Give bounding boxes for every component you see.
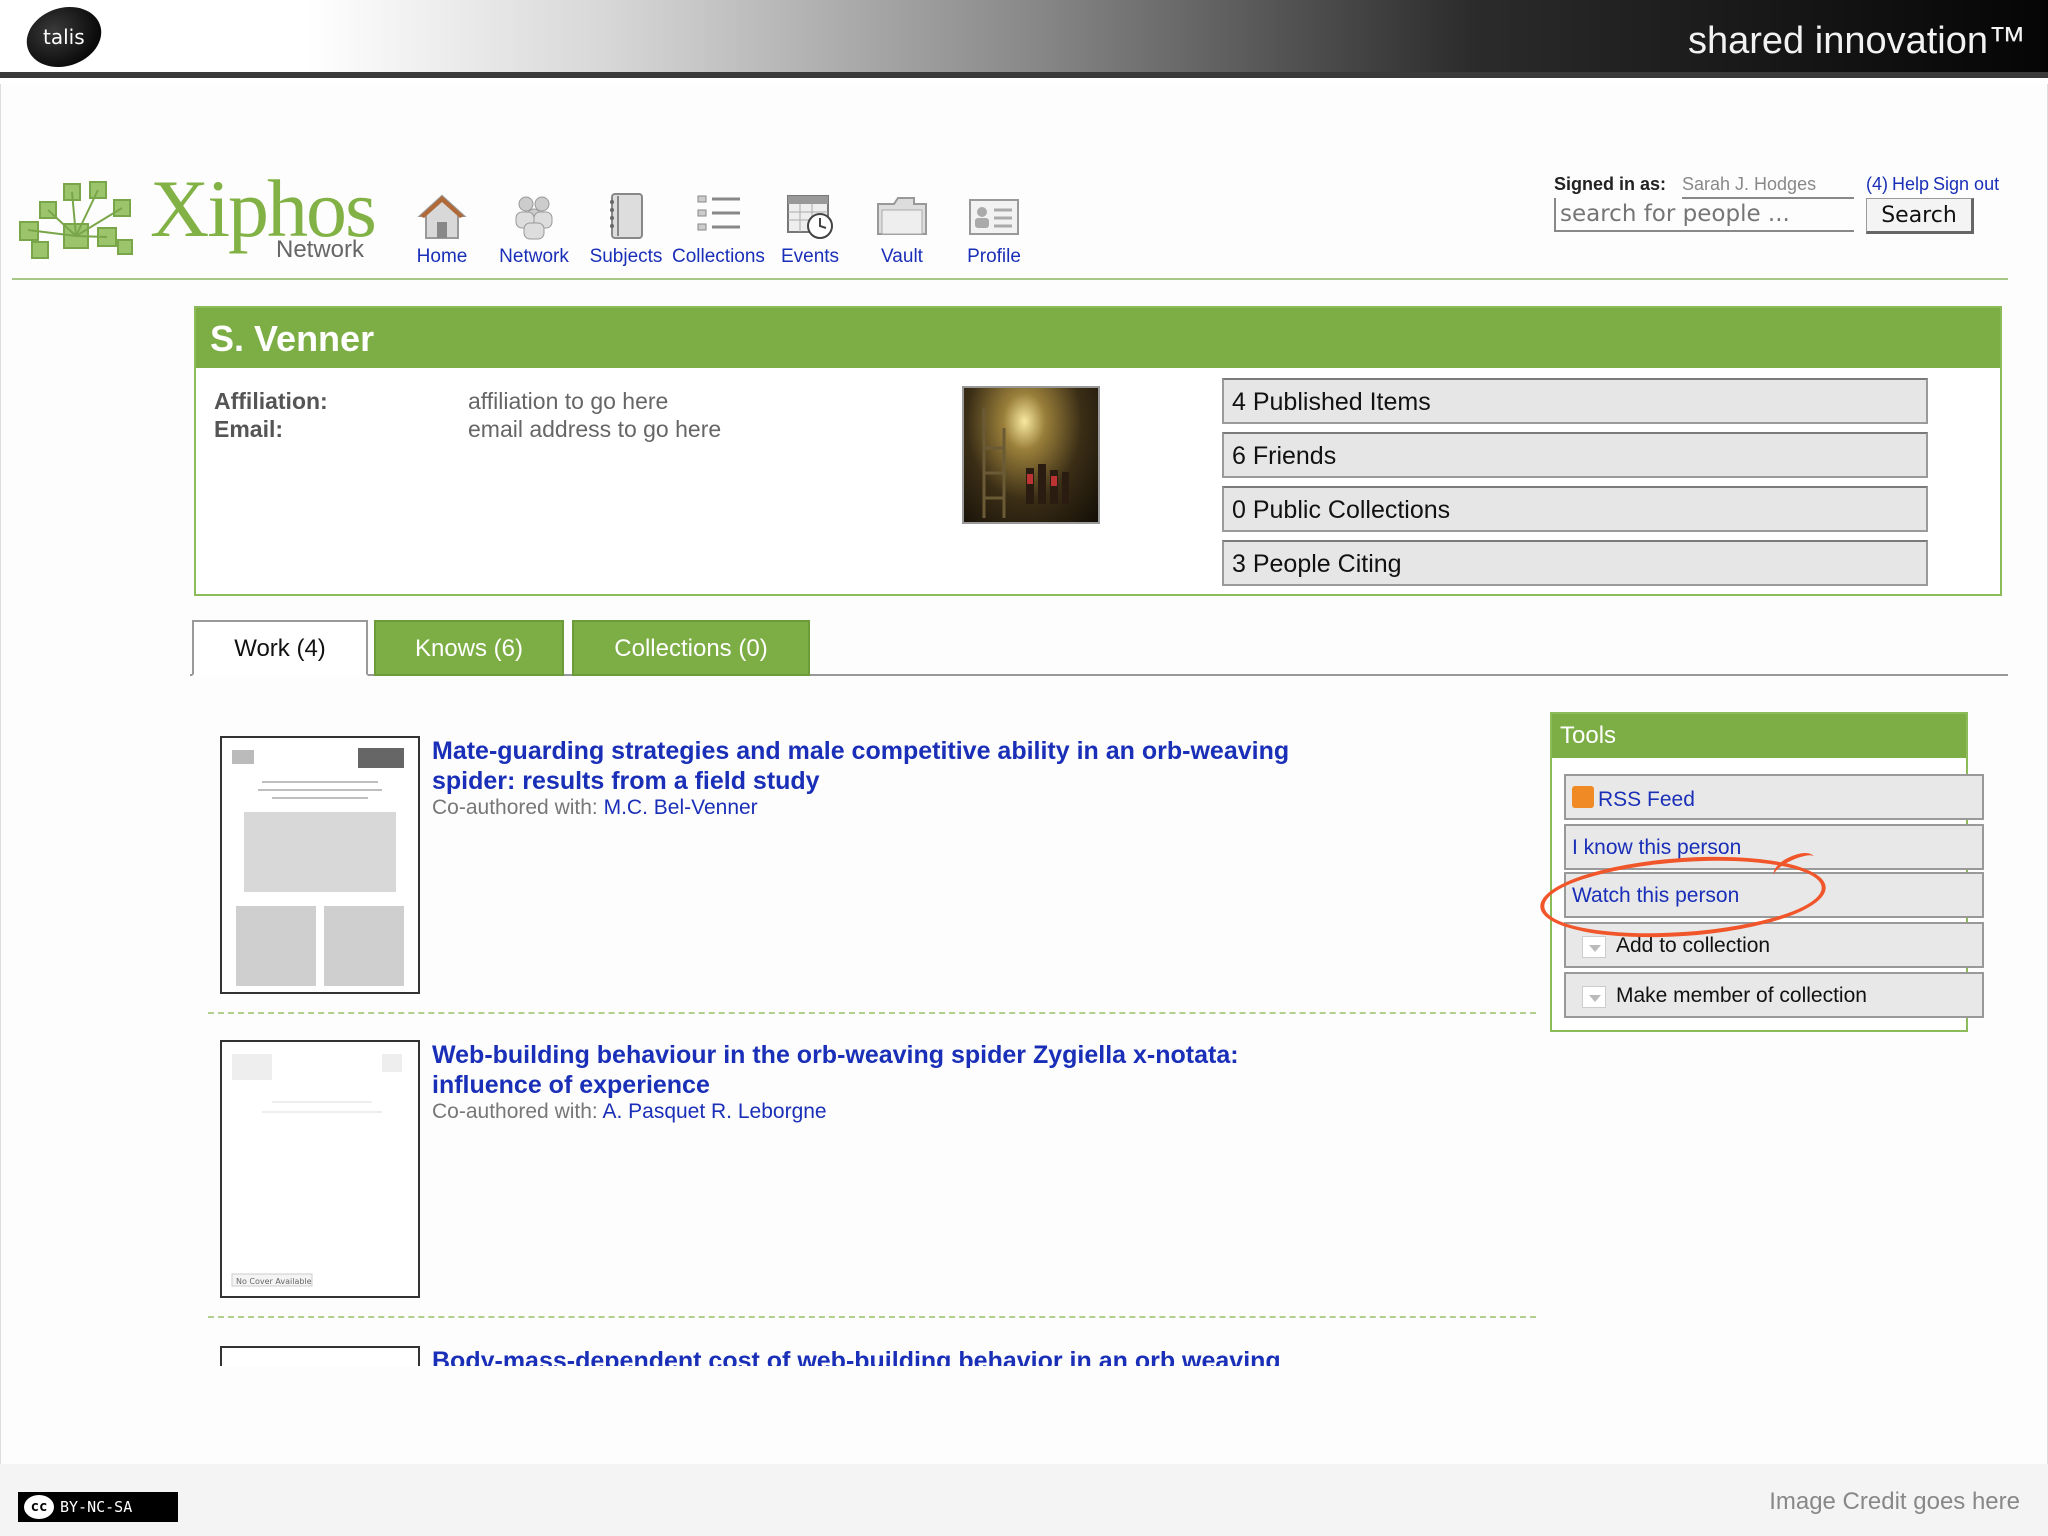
- work-title-link[interactable]: Mate-guarding strategies and male compet…: [432, 736, 1332, 796]
- tab-collections[interactable]: Collections (0): [572, 620, 810, 676]
- profile-photo: [962, 386, 1100, 524]
- help-link[interactable]: Help: [1892, 174, 1929, 194]
- nav-network[interactable]: Network: [488, 190, 580, 268]
- nav-label: Home: [416, 246, 468, 267]
- tool-label: Make member of collection: [1616, 984, 1867, 1007]
- folder-icon: [877, 197, 927, 235]
- inbox-count-link[interactable]: (4): [1866, 174, 1888, 194]
- nav-subjects[interactable]: Subjects: [580, 190, 672, 268]
- account-links: (4) Help Sign out: [1866, 174, 2003, 195]
- work-title-line: influence of experience: [432, 1071, 710, 1099]
- coauthor-label: Co-authored with:: [432, 1100, 598, 1123]
- license-text: BY-NC-SA: [60, 1498, 133, 1516]
- work-title-line: spider: results from a field study: [432, 767, 820, 795]
- calendar-clock-icon: [787, 195, 833, 239]
- cc-license-badge: cc BY-NC-SA: [18, 1492, 178, 1522]
- paper-thumbnail[interactable]: [220, 1346, 420, 1366]
- coauthor-label: Co-authored with:: [432, 796, 598, 819]
- nav-label: Profile: [967, 246, 1021, 267]
- slide-footer: [0, 1464, 2048, 1536]
- stat-public-collections[interactable]: 0 Public Collections: [1222, 486, 1928, 532]
- coauthor-link[interactable]: A. Pasquet R. Leborgne: [602, 1100, 826, 1123]
- signed-in-label: Signed in as:: [1554, 174, 1667, 194]
- signed-in-user: Sarah J. Hodges: [1682, 174, 1854, 199]
- app-subtitle: Network: [276, 236, 365, 263]
- paper-thumbnail[interactable]: No Cover Available: [220, 1040, 420, 1298]
- rss-feed-button[interactable]: RSS Feed: [1564, 774, 1984, 820]
- work-title-link[interactable]: Body-mass-dependent cost of web-building…: [432, 1346, 1432, 1366]
- email-label: Email:: [214, 416, 284, 442]
- nav-label: Network: [499, 246, 569, 267]
- tool-label: Add to collection: [1616, 934, 1771, 957]
- tool-label: RSS Feed: [1598, 788, 1695, 811]
- profile-panel: S. Venner Affiliation: affiliation to go…: [194, 306, 2002, 596]
- tab-knows[interactable]: Knows (6): [374, 620, 564, 676]
- stat-friends[interactable]: 6 Friends: [1222, 432, 1928, 478]
- email-value: email address to go here: [468, 416, 722, 442]
- dropdown-arrow-icon: [1582, 936, 1606, 958]
- no-cover-note: No Cover Available: [236, 1277, 312, 1286]
- image-credit: Image Credit goes here: [1769, 1488, 2020, 1515]
- work-separator: [208, 1012, 1536, 1014]
- tab-work[interactable]: Work (4): [192, 620, 368, 676]
- work-separator: [208, 1316, 1536, 1318]
- notebook-icon: [610, 193, 643, 239]
- tagline: shared innovation™: [1688, 20, 2026, 62]
- make-member-select[interactable]: Make member of collection: [1564, 972, 1984, 1018]
- work-title-line: Web-building behaviour in the orb-weavin…: [432, 1041, 1239, 1069]
- stat-published-items[interactable]: 4 Published Items: [1222, 378, 1928, 424]
- sign-out-link[interactable]: Sign out: [1933, 174, 1999, 194]
- nav-profile[interactable]: Profile: [948, 190, 1040, 268]
- nav-vault[interactable]: Vault: [856, 190, 948, 268]
- affiliation-label: Affiliation:: [214, 388, 328, 414]
- nav-label: Events: [780, 246, 840, 267]
- nav-label: Subjects: [589, 246, 663, 267]
- profile-header: S. Venner: [196, 308, 2000, 368]
- stat-people-citing[interactable]: 3 People Citing: [1222, 540, 1928, 586]
- nav-collections[interactable]: Collections: [672, 190, 765, 268]
- header-divider: [12, 278, 2008, 280]
- coauthor-link[interactable]: M.C. Bel-Venner: [604, 796, 758, 819]
- rss-icon: [1572, 786, 1594, 808]
- nav-label: Collections: [672, 246, 765, 267]
- xiphos-logo-icon: [19, 181, 133, 259]
- nav-label: Vault: [881, 246, 923, 267]
- nav-home[interactable]: Home: [396, 190, 488, 268]
- coauthors: Co-authored with: M.C. Bel-Venner: [432, 796, 758, 820]
- people-search-input[interactable]: [1554, 198, 1854, 232]
- list-icon: [697, 195, 740, 231]
- nav-events[interactable]: Events: [764, 190, 856, 268]
- home-icon: [417, 194, 467, 239]
- profile-card-icon: [969, 199, 1019, 235]
- cc-icon: cc: [24, 1495, 54, 1519]
- work-item-clipped: Body-mass-dependent cost of web-building…: [0, 1344, 2048, 1366]
- tools-title: Tools: [1560, 722, 1617, 749]
- profile-name: S. Venner: [210, 318, 375, 359]
- dropdown-arrow-icon: [1582, 986, 1606, 1008]
- work-title-link[interactable]: Web-building behaviour in the orb-weavin…: [432, 1040, 1332, 1100]
- coauthors: Co-authored with: A. Pasquet R. Leborgne: [432, 1100, 827, 1124]
- paper-thumbnail[interactable]: [220, 736, 420, 994]
- search-button[interactable]: Search: [1866, 198, 1974, 234]
- affiliation-value: affiliation to go here: [468, 388, 669, 414]
- people-icon: [515, 196, 553, 240]
- work-title-line: Mate-guarding strategies and male compet…: [432, 737, 1290, 765]
- tools-header: Tools: [1552, 714, 1966, 758]
